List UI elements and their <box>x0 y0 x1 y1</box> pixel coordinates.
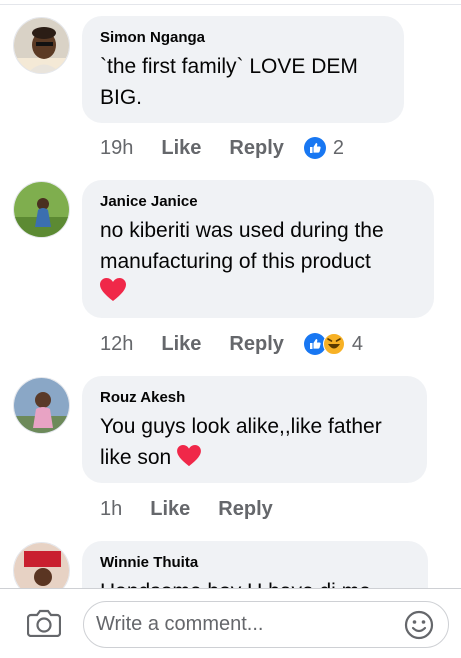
like-icon <box>303 137 326 159</box>
comment-author[interactable]: Winnie Thuita <box>100 554 410 572</box>
comment-author[interactable]: Rouz Akesh <box>100 389 409 407</box>
heart-icon <box>100 278 126 301</box>
comment-text: You guys look alike,,like father like so… <box>100 411 409 473</box>
reply-button[interactable]: Reply <box>229 333 283 356</box>
avatar[interactable] <box>13 17 70 74</box>
avatar[interactable] <box>13 377 70 434</box>
avatar[interactable] <box>13 181 70 238</box>
comment-text-fragment: like son <box>100 446 172 469</box>
comment-text-line: `the first family` LOVE DEM <box>100 55 358 78</box>
haha-icon <box>322 333 345 355</box>
comment-author[interactable]: Simon Nganga <box>100 29 386 47</box>
like-button[interactable]: Like <box>161 137 201 160</box>
like-button[interactable]: Like <box>150 498 190 521</box>
comment-text: `the first family` LOVE DEM BIG. <box>100 51 386 113</box>
reply-button[interactable]: Reply <box>229 137 283 160</box>
comment-actions: 1h Like Reply <box>100 495 293 523</box>
comment-timestamp[interactable]: 19h <box>100 137 133 160</box>
comment-timestamp[interactable]: 1h <box>100 498 122 521</box>
comment-bubble: Rouz Akesh You guys look alike,,like fat… <box>82 376 427 483</box>
avatar[interactable] <box>13 542 70 588</box>
comment-text-line: like son <box>100 442 409 473</box>
comment-bubble: Simon Nganga `the first family` LOVE DEM… <box>82 16 404 123</box>
heart-icon <box>177 445 201 467</box>
comment-composer-bar: Write a comment... <box>0 588 461 658</box>
comment-text: Handsome boy U have di me <box>100 576 410 588</box>
comment-actions: 12h Like Reply 4 <box>100 330 363 358</box>
comment-bubble: Winnie Thuita Handsome boy U have di me <box>82 541 428 588</box>
reaction-summary[interactable]: 4 <box>303 332 363 356</box>
smiley-icon[interactable] <box>404 610 434 645</box>
comment-author[interactable]: Janice Janice <box>100 193 416 211</box>
comment-text-line: no kiberiti was used during the <box>100 219 384 242</box>
comment-input-placeholder: Write a comment... <box>96 613 264 635</box>
comment-text-line: BIG. <box>100 86 143 109</box>
comment-bubble: Janice Janice no kiberiti was used durin… <box>82 180 434 318</box>
like-button[interactable]: Like <box>161 333 201 356</box>
comment-text-line: Handsome boy U have di me <box>100 576 410 588</box>
comment-text-line: manufacturing of this product <box>100 250 371 273</box>
camera-icon[interactable] <box>26 609 62 642</box>
reaction-summary[interactable]: 2 <box>303 136 344 160</box>
comment-list: Simon Nganga `the first family` LOVE DEM… <box>0 0 461 588</box>
comment-actions: 19h Like Reply 2 <box>100 134 344 162</box>
comment-input[interactable]: Write a comment... <box>83 601 449 648</box>
avatar-image <box>14 18 69 73</box>
comment-emoji-line <box>100 277 416 308</box>
reply-button[interactable]: Reply <box>218 498 272 521</box>
reaction-count: 2 <box>332 136 344 159</box>
avatar-image <box>14 543 69 588</box>
avatar-image <box>14 182 69 237</box>
comment-text-line: You guys look alike,,like father <box>100 415 382 438</box>
reaction-count: 4 <box>351 332 363 355</box>
comment-timestamp[interactable]: 12h <box>100 333 133 356</box>
comment-text: no kiberiti was used during the manufact… <box>100 215 416 308</box>
avatar-image <box>14 378 69 433</box>
